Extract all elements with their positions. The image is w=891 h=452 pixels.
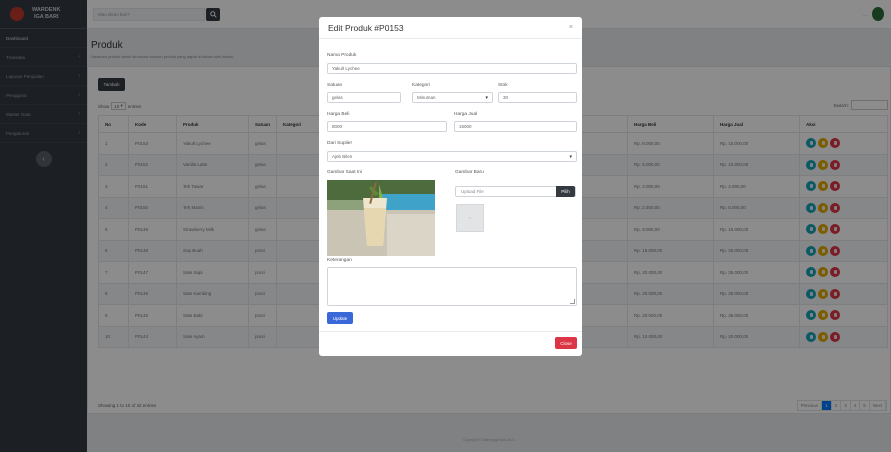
supplier-value: Ajeb Bilen xyxy=(332,154,353,159)
chevron-down-icon: ▾ xyxy=(569,153,572,160)
harga-jual-field[interactable]: 15000 xyxy=(454,121,577,132)
browse-button[interactable]: Pilih xyxy=(556,186,575,197)
chevron-down-icon: ▾ xyxy=(485,94,488,101)
nama-produk-label: Nama Produk xyxy=(327,53,357,58)
harga-jual-value: 15000 xyxy=(459,124,472,129)
modal-title: Edit Produk #P0153 xyxy=(328,22,404,33)
update-button[interactable]: Update xyxy=(327,312,353,324)
keterangan-label: Keterangan xyxy=(327,258,352,263)
image-placeholder-icon: ▭ xyxy=(468,216,472,220)
new-image-preview: ▭ xyxy=(456,204,484,232)
stok-value: 30 xyxy=(503,95,509,100)
nama-produk-field[interactable]: Yakult Lychee xyxy=(327,63,577,74)
gambar-baru-label: Gambar Baru xyxy=(455,170,484,175)
current-product-image xyxy=(327,180,435,256)
close-icon[interactable]: × xyxy=(569,24,573,31)
kategori-select[interactable]: Minuman ▾ xyxy=(412,92,493,103)
modal-divider xyxy=(319,331,582,332)
harga-beli-value: 8000 xyxy=(332,124,343,129)
close-button[interactable]: Close xyxy=(555,337,577,349)
file-upload-field[interactable]: Upload File Pilih xyxy=(455,186,576,197)
kategori-value: Minuman xyxy=(417,95,436,100)
supplier-label: Dari Suplier xyxy=(327,141,353,146)
supplier-select[interactable]: Ajeb Bilen ▾ xyxy=(327,151,577,162)
harga-beli-field[interactable]: 8000 xyxy=(327,121,447,132)
satuan-value: gelas xyxy=(332,95,343,100)
nama-produk-value: Yakult Lychee xyxy=(332,66,360,71)
stok-field[interactable]: 30 xyxy=(498,92,577,103)
stok-label: Stok xyxy=(498,83,508,88)
keterangan-textarea[interactable] xyxy=(327,267,577,306)
edit-product-modal: Edit Produk #P0153 × Nama Produk Yakult … xyxy=(319,17,582,356)
modal-header: Edit Produk #P0153 × xyxy=(319,17,582,39)
harga-beli-label: Harga Beli xyxy=(327,112,350,117)
kategori-label: Kategori xyxy=(412,83,430,88)
file-upload-placeholder: Upload File xyxy=(461,189,484,194)
satuan-field[interactable]: gelas xyxy=(327,92,401,103)
satuan-label: Satuan xyxy=(327,83,343,88)
gambar-saat-ini-label: Gambar Saat Ini xyxy=(327,170,362,175)
harga-jual-label: Harga Jual xyxy=(454,112,478,117)
